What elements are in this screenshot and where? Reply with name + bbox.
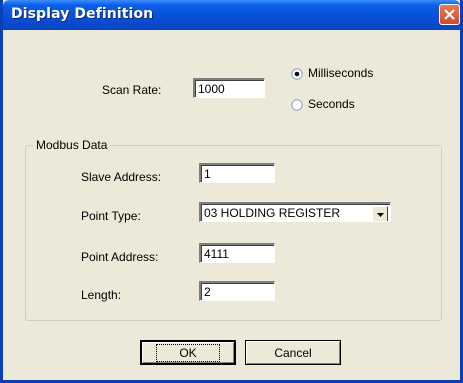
scan-rate-label: Scan Rate: — [102, 83, 162, 97]
length-input[interactable]: 2 — [199, 281, 275, 301]
slave-address-label: Slave Address: — [81, 170, 162, 184]
cancel-button[interactable]: Cancel — [245, 340, 341, 365]
point-type-select[interactable]: 03 HOLDING REGISTER — [199, 202, 391, 222]
length-label: Length: — [81, 288, 122, 302]
slave-address-input[interactable]: 1 — [199, 163, 275, 183]
radio-unselected-icon — [291, 99, 303, 111]
window-title: Display Definition — [11, 6, 154, 22]
point-type-label: Point Type: — [81, 209, 141, 223]
point-type-value: 03 HOLDING REGISTER — [204, 206, 341, 220]
modbus-data-legend: Modbus Data — [33, 138, 111, 152]
dialog-window: Display Definition Scan Rate: 1000 Milli… — [0, 0, 463, 383]
milliseconds-label: Milliseconds — [308, 66, 374, 80]
radio-selected-icon — [291, 68, 303, 80]
scan-rate-input[interactable]: 1000 — [193, 78, 265, 98]
dropdown-arrow-icon — [377, 213, 384, 217]
ok-button[interactable]: OK — [140, 340, 236, 365]
close-button[interactable] — [439, 4, 460, 25]
seconds-label: Seconds — [308, 97, 355, 111]
point-type-dropdown-button[interactable] — [372, 206, 388, 221]
ok-button-label: OK — [156, 343, 220, 362]
point-address-input[interactable]: 4111 — [199, 243, 275, 263]
title-bar[interactable]: Display Definition — [3, 0, 460, 30]
point-address-label: Point Address: — [81, 250, 159, 264]
close-icon — [444, 9, 455, 20]
